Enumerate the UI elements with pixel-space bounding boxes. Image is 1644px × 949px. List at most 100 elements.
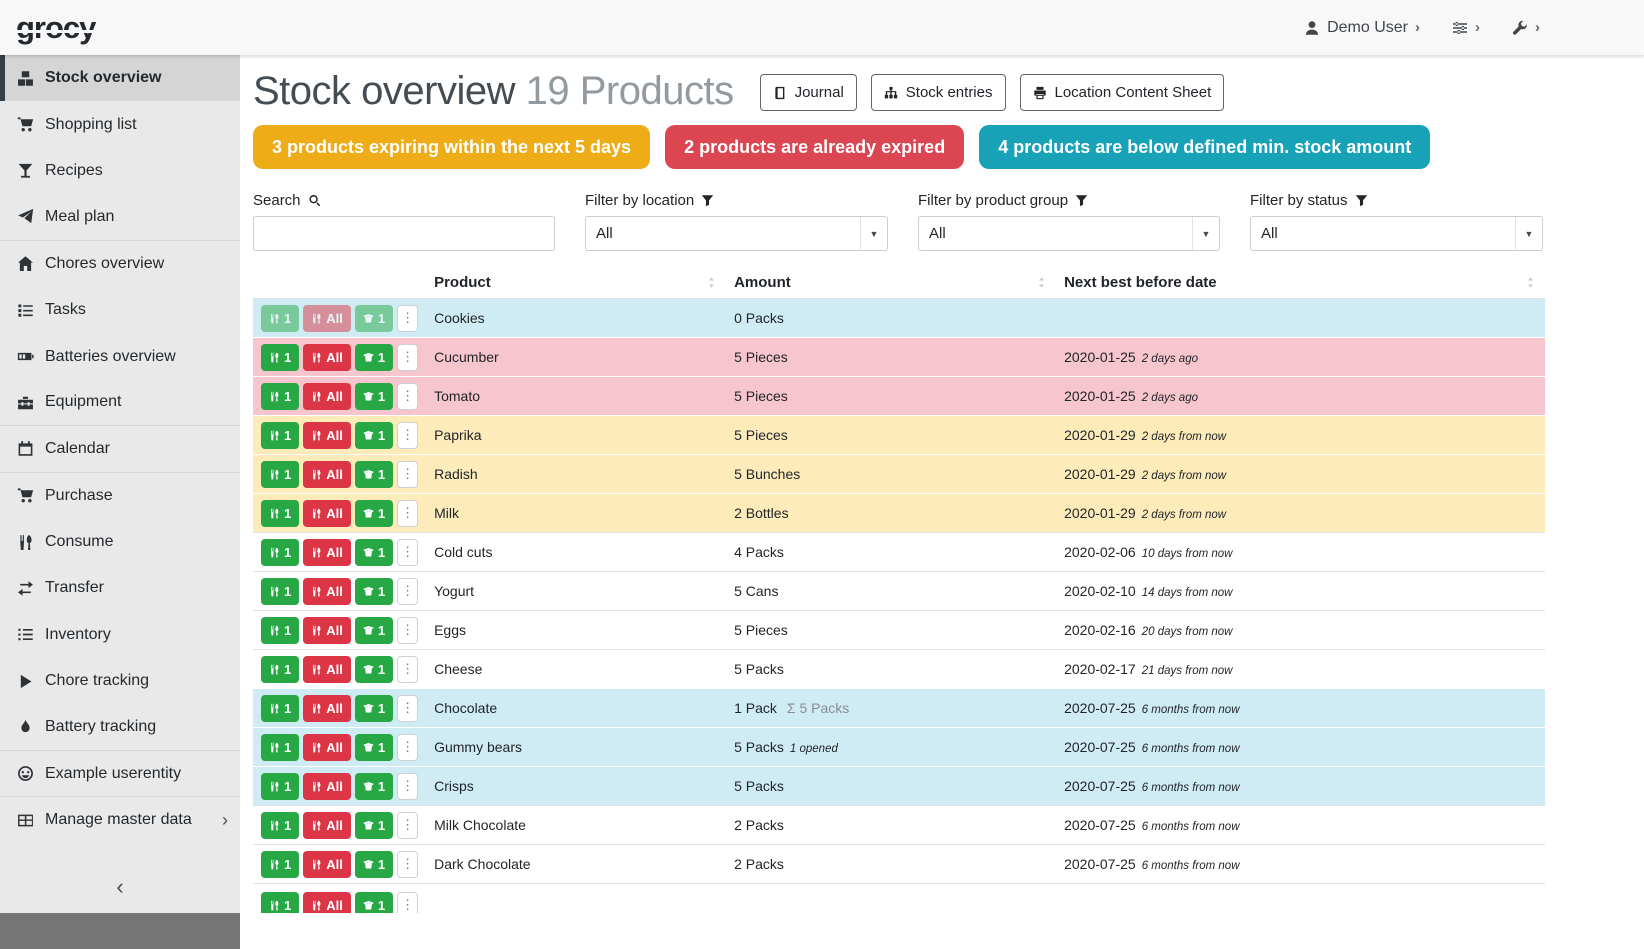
row-menu-button[interactable]: ⋮: [397, 892, 418, 913]
product-name[interactable]: Radish: [426, 455, 726, 494]
sort-icon[interactable]: [705, 276, 718, 289]
open-one-button[interactable]: 1: [355, 734, 393, 761]
open-one-button[interactable]: 1: [355, 617, 393, 644]
consume-all-button[interactable]: All: [303, 734, 351, 761]
consume-all-button[interactable]: All: [303, 500, 351, 527]
stock-alert[interactable]: 2 products are already expired: [665, 125, 964, 169]
product-name[interactable]: Cheese: [426, 650, 726, 689]
consume-one-button[interactable]: 1: [261, 851, 299, 878]
sort-icon[interactable]: [1035, 276, 1048, 289]
sidebar-item-consume[interactable]: Consume: [0, 519, 240, 565]
consume-all-button[interactable]: All: [303, 695, 351, 722]
row-menu-button[interactable]: ⋮: [397, 695, 418, 722]
open-one-button[interactable]: 1: [355, 539, 393, 566]
consume-one-button[interactable]: 1: [261, 656, 299, 683]
column-header-amount[interactable]: Amount: [726, 267, 1056, 299]
product-name[interactable]: Cookies: [426, 299, 726, 338]
consume-one-button[interactable]: 1: [261, 422, 299, 449]
sidebar-item-chores-overview[interactable]: Chores overview: [0, 241, 240, 287]
sidebar-item-calendar[interactable]: Calendar: [0, 426, 240, 472]
product-name[interactable]: Yogurt: [426, 572, 726, 611]
sidebar-item-batteries-overview[interactable]: Batteries overview: [0, 333, 240, 379]
product-name[interactable]: Chocolate: [426, 689, 726, 728]
open-one-button[interactable]: 1: [355, 851, 393, 878]
consume-one-button[interactable]: 1: [261, 539, 299, 566]
row-menu-button[interactable]: ⋮: [397, 383, 418, 410]
consume-all-button[interactable]: All: [303, 578, 351, 605]
open-one-button[interactable]: 1: [355, 422, 393, 449]
consume-all-button[interactable]: All: [303, 656, 351, 683]
settings-menu[interactable]: ›: [1452, 20, 1480, 36]
consume-all-button[interactable]: All: [303, 851, 351, 878]
sidebar-item-tasks[interactable]: Tasks: [0, 287, 240, 333]
consume-all-button[interactable]: All: [303, 812, 351, 839]
row-menu-button[interactable]: ⋮: [397, 461, 418, 488]
sidebar-item-recipes[interactable]: Recipes: [0, 148, 240, 194]
consume-all-button[interactable]: All: [303, 344, 351, 371]
consume-all-button[interactable]: All: [303, 617, 351, 644]
open-one-button[interactable]: 1: [355, 695, 393, 722]
search-input[interactable]: [253, 216, 555, 251]
consume-all-button[interactable]: All: [303, 305, 351, 332]
user-menu[interactable]: Demo User ›: [1304, 19, 1420, 37]
row-menu-button[interactable]: ⋮: [397, 539, 418, 566]
filter-by-location-select[interactable]: All▼: [585, 216, 888, 251]
open-one-button[interactable]: 1: [355, 305, 393, 332]
sidebar-item-transfer[interactable]: Transfer: [0, 565, 240, 611]
row-menu-button[interactable]: ⋮: [397, 422, 418, 449]
row-menu-button[interactable]: ⋮: [397, 851, 418, 878]
filter-by-status-select[interactable]: All▼: [1250, 216, 1543, 251]
row-menu-button[interactable]: ⋮: [397, 578, 418, 605]
consume-one-button[interactable]: 1: [261, 812, 299, 839]
consume-one-button[interactable]: 1: [261, 695, 299, 722]
row-menu-button[interactable]: ⋮: [397, 344, 418, 371]
app-logo[interactable]: grocy: [16, 10, 95, 46]
row-menu-button[interactable]: ⋮: [397, 656, 418, 683]
consume-one-button[interactable]: 1: [261, 773, 299, 800]
sidebar-item-inventory[interactable]: Inventory: [0, 612, 240, 658]
sidebar-item-purchase[interactable]: Purchase: [0, 473, 240, 519]
sidebar-item-equipment[interactable]: Equipment: [0, 380, 240, 426]
consume-one-button[interactable]: 1: [261, 305, 299, 332]
sidebar-collapse-button[interactable]: ‹: [0, 861, 240, 913]
sidebar-item-chore-tracking[interactable]: Chore tracking: [0, 658, 240, 704]
consume-all-button[interactable]: All: [303, 539, 351, 566]
consume-one-button[interactable]: 1: [261, 892, 299, 913]
product-name[interactable]: Milk Chocolate: [426, 806, 726, 845]
consume-all-button[interactable]: All: [303, 383, 351, 410]
column-header-next-best-before-date[interactable]: Next best before date: [1056, 267, 1545, 299]
sidebar-item-battery-tracking[interactable]: Battery tracking: [0, 704, 240, 750]
open-one-button[interactable]: 1: [355, 892, 393, 913]
journal-button[interactable]: Journal: [760, 74, 857, 111]
product-name[interactable]: Milk: [426, 494, 726, 533]
sidebar-item-meal-plan[interactable]: Meal plan: [0, 194, 240, 240]
consume-all-button[interactable]: All: [303, 892, 351, 913]
consume-all-button[interactable]: All: [303, 422, 351, 449]
open-one-button[interactable]: 1: [355, 461, 393, 488]
product-name[interactable]: Paprika: [426, 416, 726, 455]
consume-one-button[interactable]: 1: [261, 578, 299, 605]
row-menu-button[interactable]: ⋮: [397, 773, 418, 800]
product-name[interactable]: Dark Chocolate: [426, 845, 726, 884]
product-name[interactable]: Tomato: [426, 377, 726, 416]
column-header-product[interactable]: Product: [426, 267, 726, 299]
sidebar-item-stock-overview[interactable]: Stock overview: [0, 55, 240, 101]
row-menu-button[interactable]: ⋮: [397, 305, 418, 332]
sort-icon[interactable]: [1524, 276, 1537, 289]
stock-alert[interactable]: 3 products expiring within the next 5 da…: [253, 125, 650, 169]
open-one-button[interactable]: 1: [355, 812, 393, 839]
consume-all-button[interactable]: All: [303, 773, 351, 800]
consume-one-button[interactable]: 1: [261, 500, 299, 527]
consume-one-button[interactable]: 1: [261, 617, 299, 644]
consume-one-button[interactable]: 1: [261, 344, 299, 371]
open-one-button[interactable]: 1: [355, 773, 393, 800]
open-one-button[interactable]: 1: [355, 500, 393, 527]
sidebar-item-manage-master-data[interactable]: Manage master data›: [0, 797, 240, 843]
open-one-button[interactable]: 1: [355, 383, 393, 410]
product-name[interactable]: Gummy bears: [426, 728, 726, 767]
consume-one-button[interactable]: 1: [261, 734, 299, 761]
row-menu-button[interactable]: ⋮: [397, 812, 418, 839]
sidebar-item-shopping-list[interactable]: Shopping list: [0, 101, 240, 147]
admin-menu[interactable]: ›: [1512, 20, 1540, 36]
open-one-button[interactable]: 1: [355, 344, 393, 371]
